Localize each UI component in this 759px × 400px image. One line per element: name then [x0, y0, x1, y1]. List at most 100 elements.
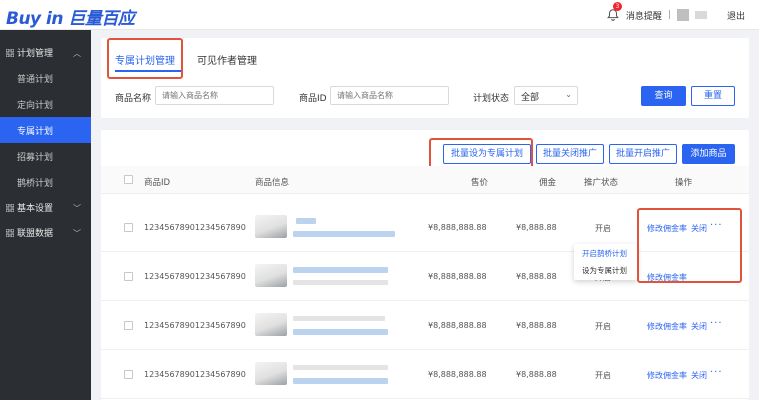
grid-icon	[6, 203, 14, 212]
sidebar-item-normal-plan[interactable]: 普通计划	[0, 65, 91, 91]
product-price: ¥8,888,888.88	[428, 272, 487, 281]
sidebar-group-plan[interactable]: 计划管理 ︿	[0, 40, 91, 65]
top-bar: Buy in 巨量百应 3 消息提醒 | 退出	[0, 0, 759, 30]
notification-badge: 3	[612, 2, 622, 11]
col-promo-status: 推广状态	[584, 178, 619, 188]
product-title-blurred	[293, 365, 388, 370]
logout-link[interactable]: 退出	[727, 9, 745, 22]
sidebar-item-exclusive-plan[interactable]: 专属计划	[0, 117, 91, 143]
close-link[interactable]: 关闭	[691, 223, 707, 234]
tab-exclusive-plan[interactable]: 专属计划管理	[115, 52, 175, 67]
sidebar-item-label: 定向计划	[17, 100, 54, 111]
sidebar-group-label: 计划管理	[17, 49, 54, 59]
sidebar-item-label: 专属计划	[17, 126, 54, 137]
col-product-id: 商品ID	[144, 178, 171, 188]
avatar[interactable]	[676, 9, 689, 21]
username-blurred	[694, 11, 707, 19]
sidebar-item-recruit-plan[interactable]: 招募计划	[0, 143, 91, 169]
plan-status-label: 计划状态	[473, 94, 510, 104]
row-checkbox[interactable]	[124, 272, 133, 281]
sidebar-item-targeted-plan[interactable]: 定向计划	[0, 91, 91, 117]
plan-status-select[interactable]: 全部 ⌄	[514, 86, 578, 105]
product-name-label: 商品名称	[115, 94, 152, 104]
more-icon[interactable]: ···	[710, 220, 723, 231]
sidebar-group-alliance-data[interactable]: 联盟数据 ﹀	[0, 220, 91, 245]
chevron-down-icon: ⌄	[565, 90, 572, 99]
reset-button[interactable]: 重置	[691, 86, 735, 106]
menu-item-set-exclusive-plan[interactable]: 设为专属计划	[582, 265, 627, 276]
edit-commission-link[interactable]: 修改佣金率	[647, 370, 687, 381]
product-price: ¥8,888,888.88	[428, 370, 487, 379]
row-checkbox[interactable]	[124, 370, 133, 379]
promo-status: 开启	[595, 224, 611, 233]
product-commission: ¥8,888.88	[516, 223, 557, 232]
filter-card: 专属计划管理 可见作者管理 商品名称 商品ID 计划状态 全部 ⌄ 查询 重置	[101, 38, 749, 118]
col-actions: 操作	[675, 178, 693, 188]
table-header: 商品ID 商品信息 售价 佣金 推广状态 操作	[101, 166, 749, 194]
chevron-down-icon: ﹀	[73, 229, 81, 238]
product-id: 12345678901234567890	[144, 370, 246, 379]
top-right-actions: 3 消息提醒 | 退出	[606, 2, 745, 22]
product-thumbnail	[255, 215, 287, 238]
product-thumbnail	[255, 313, 287, 336]
close-link[interactable]: 关闭	[691, 370, 707, 381]
edit-commission-link[interactable]: 修改佣金率	[647, 321, 687, 332]
row-checkbox[interactable]	[124, 223, 133, 232]
batch-close-button[interactable]: 批量关闭推广	[536, 144, 604, 164]
promo-status: 开启	[595, 322, 611, 331]
bell-icon[interactable]: 3	[606, 2, 622, 22]
product-thumbnail	[255, 362, 287, 385]
query-button[interactable]: 查询	[641, 86, 686, 106]
edit-commission-link[interactable]: 修改佣金率	[647, 272, 687, 283]
more-actions-dropdown: 开启鹊桥计划 设为专属计划	[574, 244, 637, 280]
product-thumbnail	[255, 264, 287, 287]
add-product-button[interactable]: 添加商品	[682, 144, 735, 164]
sidebar-group-label: 联盟数据	[17, 229, 54, 239]
product-id: 12345678901234567890	[144, 223, 246, 232]
more-icon[interactable]: ···	[710, 367, 723, 378]
brand-logo[interactable]: Buy in 巨量百应	[6, 4, 135, 29]
promo-status: 开启	[595, 371, 611, 380]
product-title-blurred	[296, 218, 316, 224]
tab-bar: 专属计划管理 可见作者管理	[101, 38, 749, 74]
product-title-blurred	[293, 329, 388, 335]
table-card: 批量设为专属计划 批量关闭推广 批量开启推广 添加商品 商品ID 商品信息 售价…	[101, 130, 749, 400]
col-product-info: 商品信息	[255, 178, 290, 188]
grid-icon	[6, 48, 14, 57]
product-name-input[interactable]	[155, 86, 274, 105]
edit-commission-link[interactable]: 修改佣金率	[647, 223, 687, 234]
product-title-blurred	[293, 378, 388, 384]
product-price: ¥8,888,888.88	[428, 321, 487, 330]
row-checkbox[interactable]	[124, 321, 133, 330]
plan-status-value: 全部	[521, 93, 540, 103]
batch-open-button[interactable]: 批量开启推广	[609, 144, 677, 164]
close-link[interactable]: 关闭	[691, 321, 707, 332]
chevron-down-icon: ﹀	[73, 204, 81, 213]
notify-label[interactable]: 消息提醒	[626, 9, 662, 22]
sidebar-group-settings[interactable]: 基本设置 ﹀	[0, 195, 91, 220]
chevron-up-icon: ︿	[73, 49, 81, 58]
sidebar-item-label: 招募计划	[17, 152, 54, 163]
select-all-checkbox[interactable]	[124, 175, 133, 184]
batch-set-exclusive-button[interactable]: 批量设为专属计划	[443, 144, 531, 164]
product-title-blurred	[293, 231, 395, 237]
menu-item-open-bridge-plan[interactable]: 开启鹊桥计划	[582, 248, 627, 259]
product-id: 12345678901234567890	[144, 272, 246, 281]
divider: |	[667, 10, 671, 20]
more-icon[interactable]: ···	[710, 318, 723, 329]
product-commission: ¥8,888.88	[516, 272, 557, 281]
product-commission: ¥8,888.88	[516, 370, 557, 379]
col-price: 售价	[471, 178, 489, 188]
product-price: ¥8,888,888.88	[428, 223, 487, 232]
table-row: 12345678901234567890 ¥8,888,888.88 ¥8,88…	[101, 301, 749, 350]
product-id-input[interactable]	[330, 86, 449, 105]
product-id-label: 商品ID	[299, 94, 327, 104]
main-content: 专属计划管理 可见作者管理 商品名称 商品ID 计划状态 全部 ⌄ 查询 重置 …	[101, 38, 749, 400]
tab-visible-authors[interactable]: 可见作者管理	[197, 52, 257, 67]
sidebar-item-label: 普通计划	[17, 74, 54, 85]
product-id: 12345678901234567890	[144, 321, 246, 330]
table-row: 12345678901234567890 ¥8,888,888.88 ¥8,88…	[101, 203, 749, 252]
grid-icon	[6, 228, 14, 237]
table-row: 12345678901234567890 ¥8,888,888.88 ¥8,88…	[101, 252, 749, 301]
sidebar-item-bridge-plan[interactable]: 鹊桥计划	[0, 169, 91, 195]
